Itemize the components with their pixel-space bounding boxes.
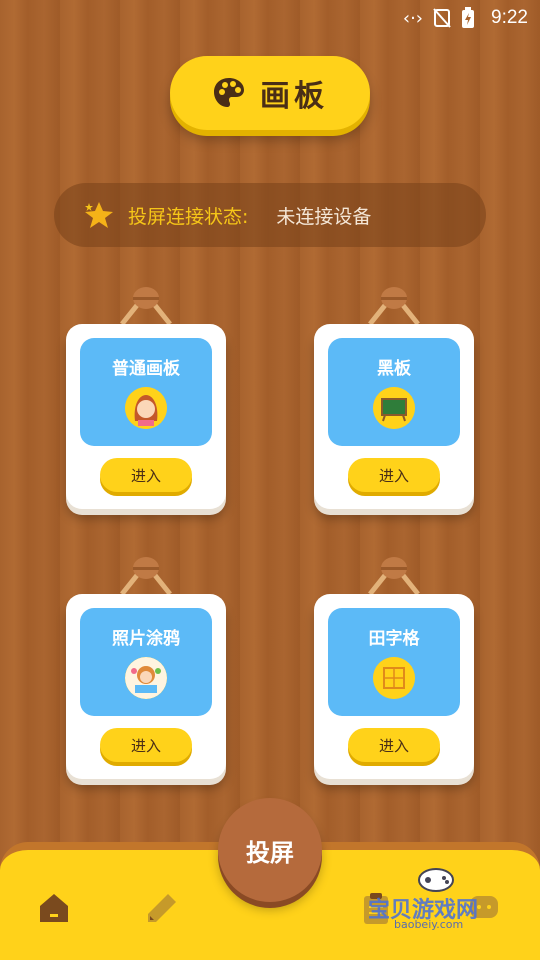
- page-title: 画板: [260, 79, 328, 114]
- card-board: 普通画板 进入: [66, 324, 226, 509]
- enter-button[interactable]: 进入: [348, 458, 440, 492]
- enter-button[interactable]: 进入: [100, 458, 192, 492]
- battery-charging-icon: [462, 7, 475, 28]
- clock: 9:22: [491, 7, 528, 28]
- card-photo-doodle[interactable]: 照片涂鸦 进入: [66, 557, 226, 779]
- home-icon[interactable]: [36, 890, 72, 926]
- connection-status-value: 未连接设备: [276, 205, 372, 228]
- star-icon: [85, 202, 113, 228]
- card-board: 黑板 进入: [314, 324, 474, 509]
- girl-avatar-icon: [125, 387, 167, 429]
- data-arrows-icon: ‹·›: [402, 7, 424, 29]
- chalkboard-icon: [373, 387, 415, 429]
- card-title: 普通画板: [112, 359, 180, 379]
- status-bar: ‹·› 9:22: [0, 0, 540, 36]
- hanger-icon: [120, 557, 172, 596]
- hanger-icon: [368, 557, 420, 596]
- cast-button[interactable]: 投屏: [218, 798, 322, 902]
- card-title: 照片涂鸦: [112, 629, 180, 649]
- photo-doodle-icon: [125, 657, 167, 699]
- card-title: 黑板: [377, 359, 411, 379]
- card-inner: 田字格: [328, 608, 460, 716]
- watermark-url: baobeiy.com: [394, 918, 464, 931]
- card-inner: 照片涂鸦: [80, 608, 212, 716]
- card-board: 田字格 进入: [314, 594, 474, 779]
- connection-status-panel: 投屏连接状态: 未连接设备: [54, 183, 486, 247]
- grid-icon: [373, 657, 415, 699]
- header-title-button[interactable]: 画板: [170, 56, 370, 130]
- card-title: 田字格: [368, 629, 420, 649]
- gamepad-icon: [418, 868, 454, 892]
- connection-status-label: 投屏连接状态:: [128, 205, 249, 228]
- enter-button[interactable]: 进入: [348, 728, 440, 762]
- card-inner: 黑板: [328, 338, 460, 446]
- palette-icon: [214, 78, 244, 107]
- hanger-icon: [368, 287, 420, 326]
- pencil-icon[interactable]: [144, 890, 180, 926]
- card-board: 照片涂鸦 进入: [66, 594, 226, 779]
- card-inner: 普通画板: [80, 338, 212, 446]
- hanger-icon: [120, 287, 172, 326]
- card-blackboard[interactable]: 黑板 进入: [314, 287, 474, 509]
- enter-button[interactable]: 进入: [100, 728, 192, 762]
- watermark: 宝贝游戏网 baobeiy.com: [364, 862, 514, 932]
- card-grid-paper[interactable]: 田字格 进入: [314, 557, 474, 779]
- no-sim-icon: [433, 8, 451, 28]
- card-normal-board[interactable]: 普通画板 进入: [66, 287, 226, 509]
